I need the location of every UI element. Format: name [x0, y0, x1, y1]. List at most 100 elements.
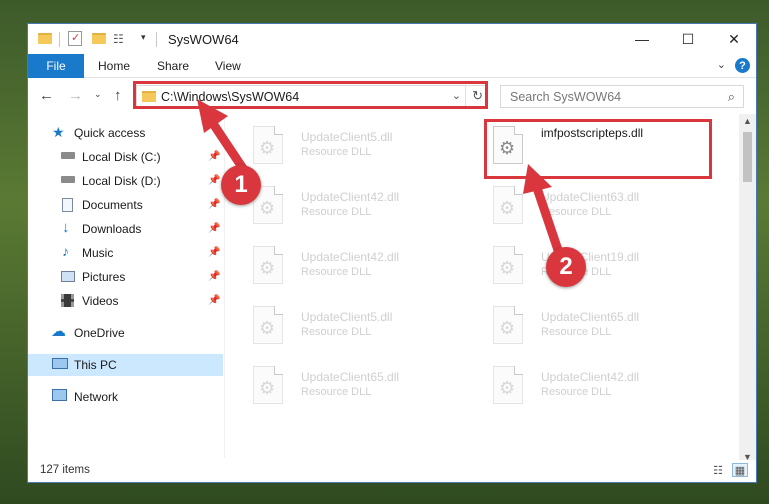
- file-item[interactable]: ⚙ UpdateClient5.dll Resource DLL: [243, 300, 473, 356]
- dll-file-icon: ⚙: [493, 306, 523, 344]
- gear-icon: ⚙: [259, 198, 276, 218]
- file-item[interactable]: ⚙ UpdateClient19.dll Resource DLL: [483, 240, 713, 296]
- file-item[interactable]: ⚙ UpdateClient65.dll Resource DLL: [483, 300, 713, 356]
- help-icon[interactable]: ?: [735, 58, 750, 73]
- window-title: SysWOW64: [168, 32, 239, 47]
- sidebar-item-documents[interactable]: Documents 📌: [28, 194, 223, 216]
- search-icon[interactable]: ⌕: [728, 89, 735, 105]
- videos-icon: [61, 294, 74, 307]
- gear-icon: ⚙: [499, 198, 516, 218]
- pin-icon[interactable]: 📌: [208, 151, 220, 162]
- properties-icon[interactable]: ✓: [68, 31, 82, 46]
- dll-file-icon: ⚙: [493, 366, 523, 404]
- pin-icon[interactable]: 📌: [208, 271, 220, 282]
- drive-icon: [61, 176, 75, 183]
- file-type: Resource DLL: [301, 206, 372, 218]
- dll-file-icon: ⚙: [253, 306, 283, 344]
- dll-file-icon: ⚙: [493, 246, 523, 284]
- expand-ribbon-icon[interactable]: ⌄: [717, 58, 726, 71]
- onedrive-icon: ☁: [51, 323, 66, 340]
- sidebar-item-local-disk-d[interactable]: Local Disk (D:) 📌: [28, 170, 223, 192]
- scroll-thumb[interactable]: [743, 132, 752, 182]
- pictures-icon: [61, 271, 75, 282]
- gear-icon: ⚙: [259, 378, 276, 398]
- sidebar-item-quick-access[interactable]: ★ Quick access: [28, 122, 223, 144]
- gear-icon: ⚙: [499, 258, 516, 278]
- file-item[interactable]: ⚙ UpdateClient42.dll Resource DLL: [483, 360, 713, 416]
- sidebar-item-music[interactable]: ♪ Music 📌: [28, 242, 223, 264]
- customize-toolbar-icon[interactable]: ▾: [141, 32, 146, 43]
- vertical-scrollbar[interactable]: ▲ ▼: [739, 114, 756, 464]
- pin-icon[interactable]: 📌: [208, 223, 220, 234]
- step-1-badge: 1: [221, 165, 261, 205]
- pane-divider[interactable]: [224, 118, 225, 458]
- sidebar-item-label: Downloads: [82, 222, 142, 236]
- sidebar-item-videos[interactable]: Videos 📌: [28, 290, 223, 312]
- sidebar-item-downloads[interactable]: ↓ Downloads 📌: [28, 218, 223, 240]
- sidebar-item-local-disk-c[interactable]: Local Disk (C:) 📌: [28, 146, 223, 168]
- minimize-button[interactable]: —: [619, 24, 665, 54]
- file-type: Resource DLL: [301, 146, 372, 158]
- music-icon: ♪: [62, 243, 69, 259]
- file-type: Resource DLL: [541, 326, 612, 338]
- file-item[interactable]: ⚙ UpdateClient42.dll Resource DLL: [243, 240, 473, 296]
- large-icons-view-icon[interactable]: ▦: [732, 463, 748, 477]
- gear-icon: ⚙: [259, 258, 276, 278]
- gear-icon: ⚙: [259, 138, 276, 158]
- file-name: UpdateClient5.dll: [301, 310, 393, 324]
- sidebar-item-label: Network: [74, 390, 119, 404]
- file-type: Resource DLL: [301, 266, 372, 278]
- file-item[interactable]: ⚙ UpdateClient65.dll Resource DLL: [243, 360, 473, 416]
- pin-icon[interactable]: 📌: [208, 199, 220, 210]
- dll-file-icon: ⚙: [253, 246, 283, 284]
- pin-icon[interactable]: 📌: [208, 247, 220, 258]
- pin-icon[interactable]: 📌: [208, 175, 220, 186]
- sidebar-item-pictures[interactable]: Pictures 📌: [28, 266, 223, 288]
- sidebar-item-label: Documents: [82, 198, 143, 212]
- pc-icon: [52, 358, 68, 369]
- separator: [59, 32, 60, 47]
- up-arrow-icon[interactable]: ↑: [114, 87, 122, 104]
- star-icon: ★: [52, 124, 65, 140]
- pin-icon[interactable]: 📌: [208, 295, 220, 306]
- file-name: UpdateClient42.dll: [301, 250, 400, 264]
- sidebar-item-this-pc[interactable]: This PC: [28, 354, 223, 376]
- tab-file[interactable]: File: [28, 54, 84, 78]
- tab-view[interactable]: View: [215, 59, 241, 73]
- step-2-badge: 2: [546, 247, 586, 287]
- file-name: UpdateClient42.dll: [541, 370, 640, 384]
- details-view-icon[interactable]: ☷: [710, 463, 726, 477]
- maximize-button[interactable]: ☐: [665, 24, 711, 54]
- item-count: 127 items: [40, 464, 90, 476]
- file-type: Resource DLL: [301, 326, 372, 338]
- downloads-icon: ↓: [62, 219, 70, 236]
- search-placeholder: Search SysWOW64: [510, 90, 622, 104]
- sidebar-item-network[interactable]: Network: [28, 386, 223, 408]
- tab-share[interactable]: Share: [157, 59, 189, 73]
- search-input[interactable]: Search SysWOW64 ⌕: [500, 85, 744, 108]
- forward-arrow-icon[interactable]: →: [68, 87, 83, 104]
- file-type: Resource DLL: [301, 386, 372, 398]
- sidebar-item-onedrive[interactable]: ☁ OneDrive: [28, 322, 223, 344]
- file-type: Resource DLL: [541, 386, 612, 398]
- separator: [156, 32, 157, 47]
- sidebar-item-label: OneDrive: [74, 326, 125, 340]
- title-bar: ✓ ☷ ▾ SysWOW64 — ☐ ✕: [28, 24, 756, 54]
- drive-icon: [61, 152, 75, 159]
- file-item[interactable]: ⚙ UpdateClient42.dll Resource DLL: [243, 180, 473, 236]
- file-name: UpdateClient65.dll: [541, 310, 640, 324]
- recent-locations-icon[interactable]: ⌄: [94, 89, 102, 100]
- scroll-up-icon[interactable]: ▲: [743, 116, 752, 126]
- ribbon-tabs: File Home Share View ⌄ ?: [28, 54, 756, 78]
- file-highlight-box: [484, 119, 712, 179]
- tab-home[interactable]: Home: [98, 59, 130, 73]
- gear-icon: ⚙: [499, 318, 516, 338]
- file-item[interactable]: ⚙ UpdateClient63.dll Resource DLL: [483, 180, 713, 236]
- new-folder-icon[interactable]: [92, 33, 106, 44]
- file-item[interactable]: ⚙ UpdateClient5.dll Resource DLL: [243, 120, 473, 176]
- back-arrow-icon[interactable]: ←: [39, 87, 54, 104]
- close-button[interactable]: ✕: [711, 24, 757, 54]
- view-options-icon[interactable]: ☷: [113, 32, 124, 46]
- folder-icon: [38, 33, 52, 44]
- file-name: UpdateClient42.dll: [301, 190, 400, 204]
